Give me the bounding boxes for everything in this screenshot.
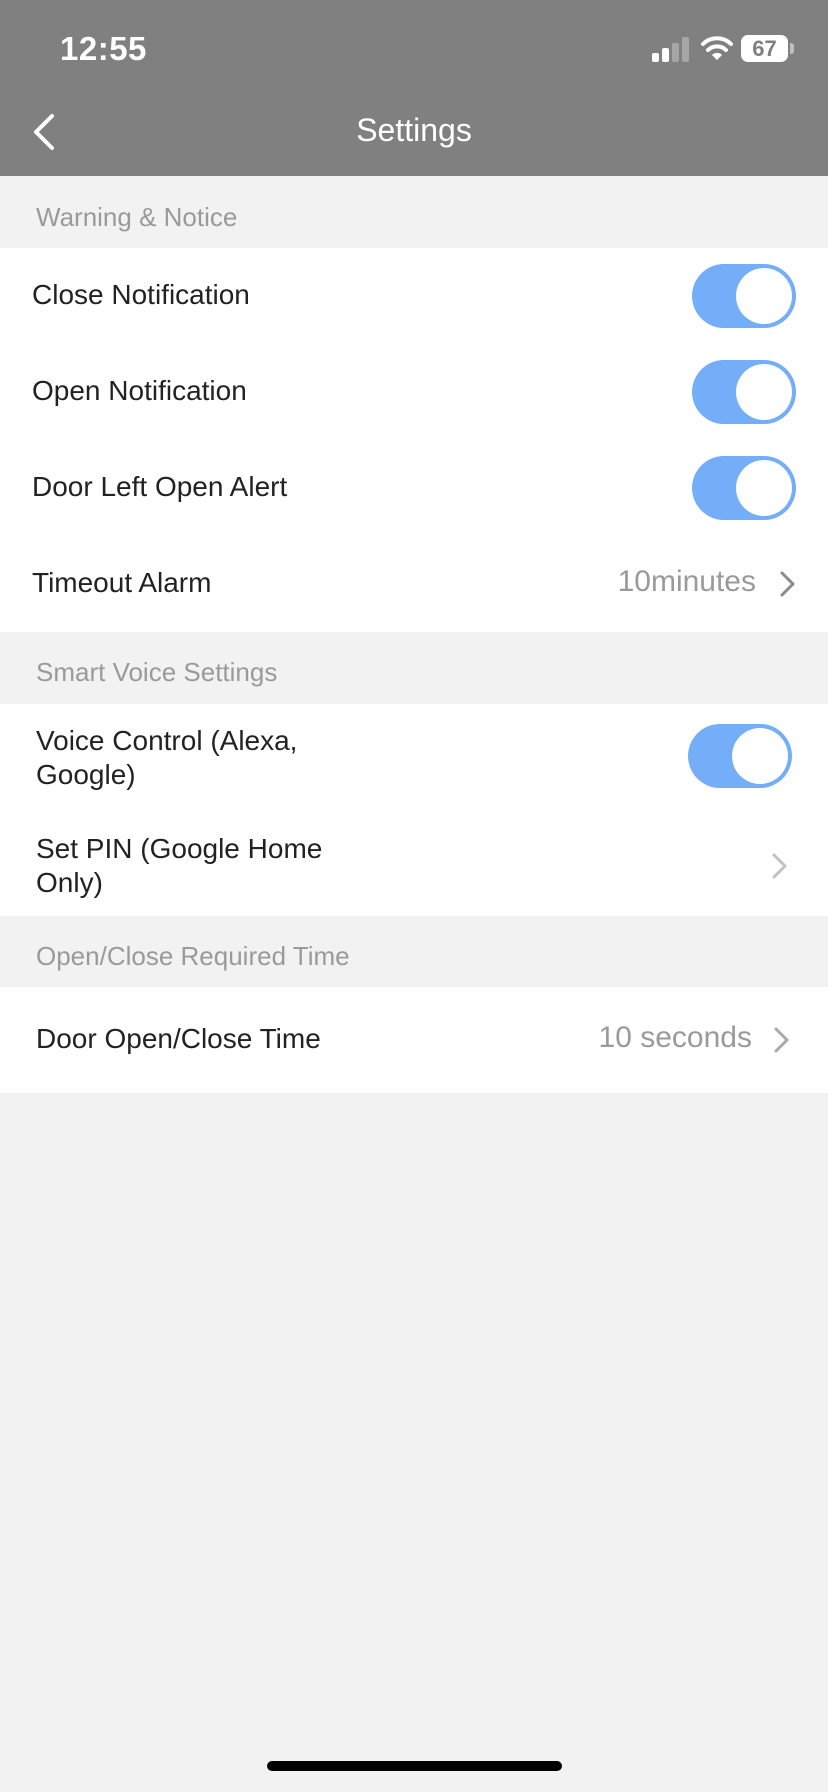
toggle-knob [736,460,792,516]
timeout-alarm-row[interactable]: Timeout Alarm 10minutes [0,536,828,632]
voice-settings-card: Voice Control (Alexa, Google) Set PIN (G… [0,704,828,916]
header-bar: 12:55 67 Settings [0,0,828,176]
status-time: 12:55 [60,30,147,67]
voice-control-row: Voice Control (Alexa, Google) [0,704,828,810]
door-left-open-alert-toggle[interactable] [692,456,796,520]
wifi-icon [701,36,733,60]
close-notification-row: Close Notification [0,248,828,344]
set-pin-label-line2: Only) [36,867,103,898]
voice-control-label: Voice Control (Alexa, Google) [36,724,297,792]
set-pin-row[interactable]: Set PIN (Google Home Only) [0,810,828,916]
page-title: Settings [356,112,472,148]
cellular-signal-icon [652,36,690,62]
voice-control-toggle[interactable] [688,724,792,788]
time-settings-card: Door Open/Close Time 10 seconds [0,987,828,1093]
set-pin-label-line1: Set PIN (Google Home [36,833,323,864]
toggle-knob [736,364,792,420]
door-left-open-alert-row: Door Left Open Alert [0,440,828,536]
open-notification-label: Open Notification [32,375,247,406]
chevron-right-icon [774,1027,789,1053]
set-pin-label: Set PIN (Google Home Only) [36,832,322,900]
battery-tip [790,43,794,54]
toggle-knob [736,268,792,324]
chevron-right-icon [772,853,787,879]
home-indicator [267,1761,562,1771]
timeout-alarm-label: Timeout Alarm [32,567,212,598]
door-left-open-alert-label: Door Left Open Alert [32,471,288,502]
close-notification-label: Close Notification [32,279,250,310]
battery-indicator: 67 [741,35,788,62]
toggle-knob [732,728,788,784]
door-open-close-time-label: Door Open/Close Time [36,1023,321,1054]
timeout-alarm-value: 10minutes [617,565,756,598]
voice-control-label-line2: Google) [36,759,136,790]
chevron-right-icon [780,571,795,597]
door-open-close-time-row[interactable]: Door Open/Close Time 10 seconds [0,987,828,1093]
door-open-close-time-value: 10 seconds [598,1021,752,1054]
warning-settings-card: Close Notification Open Notification Doo… [0,248,828,632]
section-title: Open/Close Required Time [36,941,350,971]
open-notification-row: Open Notification [0,344,828,440]
voice-control-label-line1: Voice Control (Alexa, [36,725,298,756]
section-title: Smart Voice Settings [36,657,278,687]
close-notification-toggle[interactable] [692,264,796,328]
open-notification-toggle[interactable] [692,360,796,424]
section-title: Warning & Notice [36,202,238,232]
